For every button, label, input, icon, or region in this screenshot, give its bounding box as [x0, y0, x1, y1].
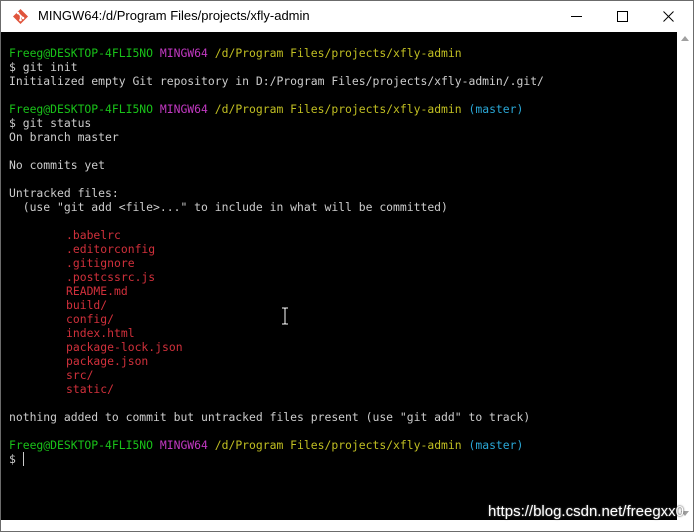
minimize-button[interactable] — [554, 1, 600, 32]
title-bar[interactable]: MINGW64:/d/Program Files/projects/xfly-a… — [1, 1, 693, 32]
prompt-path: /d/Program Files/projects/xfly-admin — [214, 46, 462, 60]
prompt-user: Freeg@DESKTOP-4FLI5NO — [9, 438, 154, 452]
prompt-line: Freeg@DESKTOP-4FLI5NO MINGW64 /d/Program… — [9, 46, 462, 60]
untracked-file: src/ — [66, 368, 94, 382]
maximize-icon — [617, 11, 628, 22]
prompt-shell: MINGW64 — [159, 438, 208, 452]
prompt-branch: (master) — [468, 102, 524, 116]
minimize-icon — [571, 16, 582, 17]
git-bash-icon — [13, 9, 28, 24]
untracked-file: .gitignore — [66, 256, 135, 270]
untracked-file: .postcssrc.js — [66, 270, 156, 284]
prompt-line: Freeg@DESKTOP-4FLI5NO MINGW64 /d/Program… — [9, 438, 523, 452]
prompt-branch: (master) — [468, 438, 524, 452]
prompt-line: Freeg@DESKTOP-4FLI5NO MINGW64 /d/Program… — [9, 102, 523, 116]
window-title: MINGW64:/d/Program Files/projects/xfly-a… — [38, 8, 310, 23]
untracked-file: package.json — [66, 354, 149, 368]
ibeam-cursor-icon — [282, 307, 288, 325]
prompt-shell: MINGW64 — [159, 46, 208, 60]
prompt-shell: MINGW64 — [159, 102, 208, 116]
output-line: On branch master — [9, 130, 119, 144]
maximize-button[interactable] — [600, 1, 646, 32]
close-icon — [663, 11, 674, 22]
untracked-file: config/ — [66, 312, 115, 326]
command-line: $ git init — [9, 60, 78, 74]
untracked-file: .babelrc — [66, 228, 121, 242]
command-line: $ git status — [9, 116, 92, 130]
output-line: No commits yet — [9, 158, 106, 172]
prompt-user: Freeg@DESKTOP-4FLI5NO — [9, 102, 154, 116]
window-bottom-border — [1, 520, 693, 531]
output-line: nothing added to commit but untracked fi… — [9, 410, 531, 424]
untracked-file: package-lock.json — [66, 340, 183, 354]
untracked-file: README.md — [66, 284, 128, 298]
terminal-window: MINGW64:/d/Program Files/projects/xfly-a… — [0, 0, 694, 532]
untracked-file: .editorconfig — [66, 242, 156, 256]
prompt-user: Freeg@DESKTOP-4FLI5NO — [9, 46, 154, 60]
terminal-output[interactable]: Freeg@DESKTOP-4FLI5NO MINGW64 /d/Program… — [1, 32, 677, 520]
output-line: (use "git add <file>..." to include in w… — [9, 200, 448, 214]
vertical-scrollbar[interactable] — [677, 32, 693, 520]
prompt-path: /d/Program Files/projects/xfly-admin — [214, 438, 462, 452]
untracked-file: build/ — [66, 298, 108, 312]
prompt-path: /d/Program Files/projects/xfly-admin — [214, 102, 462, 116]
command-input-line[interactable]: $ — [9, 452, 23, 466]
close-button[interactable] — [646, 1, 692, 32]
untracked-file: index.html — [66, 326, 135, 340]
watermark: https://blog.csdn.net/freegxx0 — [488, 503, 684, 520]
output-line: Initialized empty Git repository in D:/P… — [9, 74, 544, 88]
untracked-file: static/ — [66, 382, 115, 396]
text-cursor — [23, 452, 24, 466]
output-line: Untracked files: — [9, 186, 119, 200]
scroll-up-icon[interactable] — [681, 36, 689, 41]
